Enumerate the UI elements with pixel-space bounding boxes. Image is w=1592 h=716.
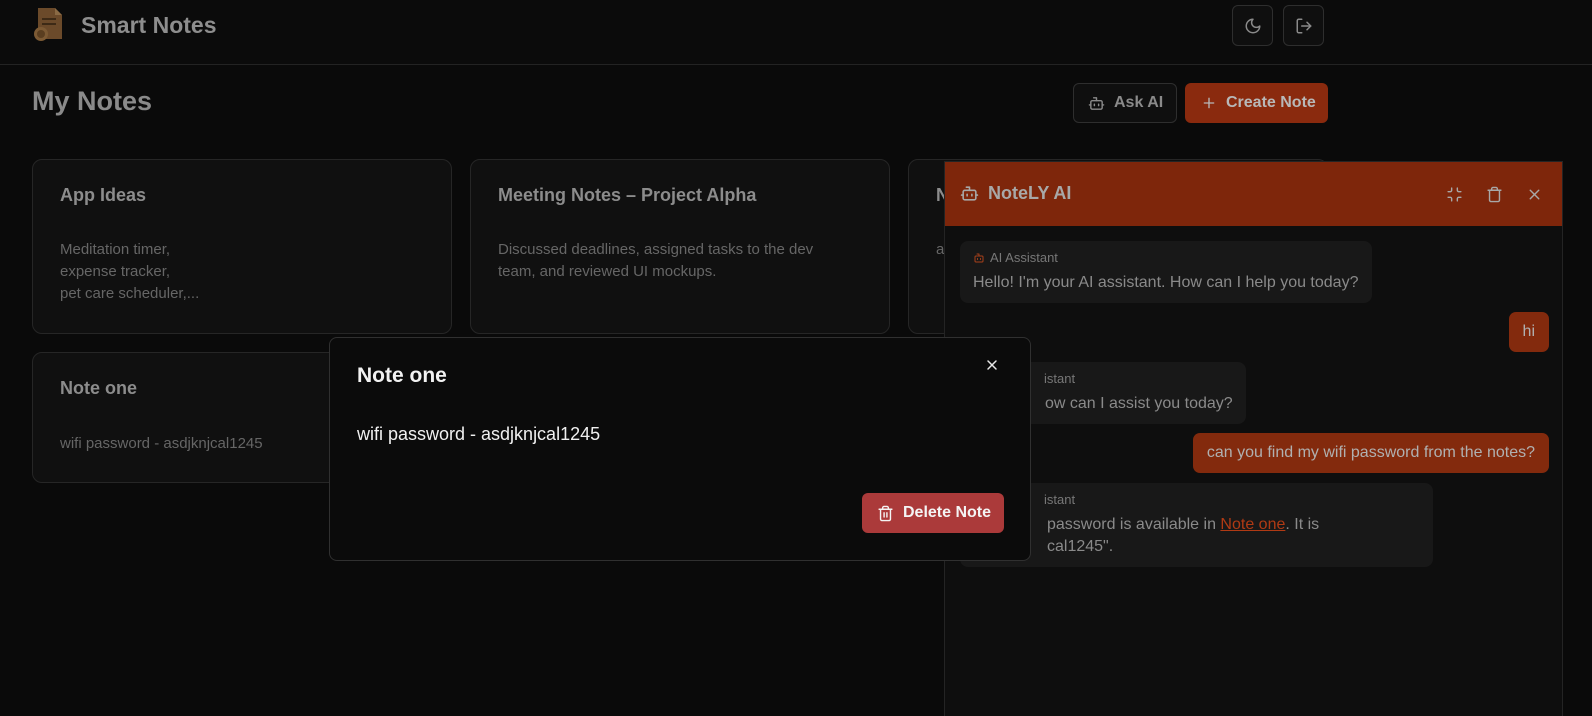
theme-toggle-button[interactable] [1232,5,1273,46]
minimize-button[interactable] [1442,182,1466,206]
logout-icon [1296,18,1311,33]
note-card[interactable]: Meeting Notes – Project Alpha Discussed … [470,159,890,334]
delete-note-button[interactable]: Delete Note [862,493,1004,533]
note-card-title: App Ideas [60,185,147,205]
message-text-part: password is available in [1047,516,1221,533]
note-card-body: wifi password - asdjknjcal1245 [60,435,263,452]
app-root: Smart Notes My Notes Ask AI Create Note … [0,0,1592,716]
clear-chat-button[interactable] [1482,182,1506,206]
ask-ai-label: Ask AI [1114,94,1164,111]
message-sender-label: istant [1044,492,1076,507]
note-detail-modal: Note one wifi password - asdjknjcal1245 … [329,337,1031,561]
bot-icon [960,186,979,201]
message-text-part: . It is [1285,516,1320,533]
plus-icon [1203,97,1215,109]
trash-icon [1486,186,1502,202]
note-card-title: Note one [60,378,138,398]
message-text: Hello! I'm your AI assistant. How can I … [973,274,1359,291]
chat-title: NoteLY AI [988,183,1072,203]
trash-icon [878,505,893,521]
note-card-body: Discussed deadlines, assigned tasks to t… [498,241,814,280]
create-note-label: Create Note [1226,94,1316,111]
close-icon [987,360,997,370]
note-card-body: Meditation timer, expense tracker, pet c… [60,241,200,302]
page-title: My Notes [32,86,153,116]
notes-logo-icon [34,8,62,41]
ask-ai-button[interactable]: Ask AI [1073,83,1177,123]
create-note-button[interactable]: Create Note [1185,83,1328,123]
top-bar: Smart Notes [0,0,1592,65]
bot-icon [1088,96,1105,110]
delete-note-label: Delete Note [903,504,992,521]
message-text: password is available in Note one. It is… [1047,514,1421,558]
modal-note-content: wifi password - asdjknjcal1245 [357,424,601,444]
message-sender-label: istant [1044,371,1076,386]
close-icon [1529,189,1539,199]
logout-button[interactable] [1283,5,1324,46]
note-card[interactable]: App Ideas Meditation timer, expense trac… [32,159,452,334]
user-message: can you find my wifi password from the n… [1192,433,1549,473]
note-link[interactable]: Note one [1220,516,1285,533]
message-sender-label: AI Assistant [990,250,1058,265]
message-text: ow can I assist you today? [1045,395,1233,412]
message-sender: AI Assistant [973,250,1058,265]
minimize-icon [1446,186,1462,202]
note-card-title: Meeting Notes – Project Alpha [498,185,757,205]
message-text-part: cal1245". [1047,538,1114,555]
ai-chat-panel: NoteLY AI AI Assistant Hello! I'm your A… [944,161,1563,716]
assistant-message: AI Assistant Hello! I'm your AI assistan… [960,241,1372,303]
close-chat-button[interactable] [1522,182,1546,206]
message-sender: istant [1044,492,1075,507]
modal-title: Note one [357,364,447,387]
user-message: hi [1508,312,1549,352]
moon-icon [1245,18,1260,33]
chat-header: NoteLY AI [945,162,1562,226]
message-sender: istant [1044,371,1075,386]
app-title: Smart Notes [81,12,217,38]
bot-icon [974,253,984,262]
modal-close-button[interactable] [981,354,1003,376]
